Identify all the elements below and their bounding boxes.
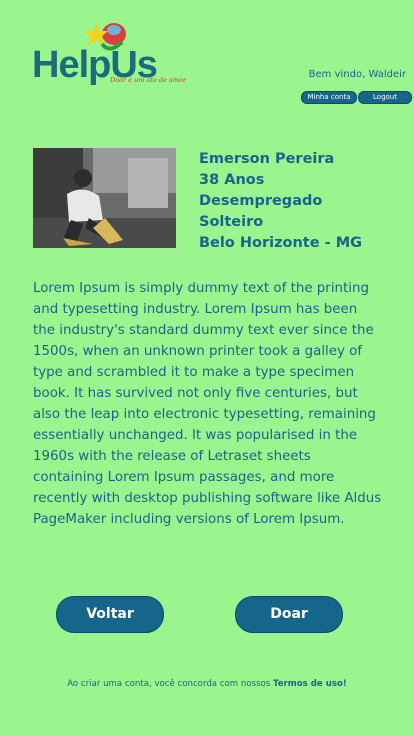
profile-photo <box>33 148 176 248</box>
back-button[interactable]: Voltar <box>56 596 164 633</box>
profile-photo-image <box>33 148 176 248</box>
my-account-button[interactable]: Minha conta <box>301 91 357 104</box>
terms-link[interactable]: Termos de uso! <box>273 679 347 689</box>
profile-marital-status: Solteiro <box>199 214 264 230</box>
footer: Ao criar uma conta, você concorda com no… <box>0 679 414 689</box>
logo-tagline: Doar é um ato de amor <box>110 76 187 84</box>
profile-employment: Desempregado <box>199 193 323 209</box>
donate-button[interactable]: Doar <box>235 596 343 633</box>
welcome-text: Bem vindo, Waldeir <box>308 69 406 80</box>
footer-text: Ao criar uma conta, você concorda com no… <box>67 679 271 689</box>
logout-button[interactable]: Logout <box>358 91 412 104</box>
profile-age: 38 Anos <box>199 172 265 188</box>
logo: HelpUs Doar é um ato de amor <box>30 18 186 88</box>
profile-info: Emerson Pereira 38 Anos Desempregado Sol… <box>199 149 362 254</box>
profile-location: Belo Horizonte - MG <box>199 235 363 251</box>
profile-name: Emerson Pereira <box>199 151 335 167</box>
profile-description: Lorem Ipsum is simply dummy text of the … <box>33 281 382 527</box>
